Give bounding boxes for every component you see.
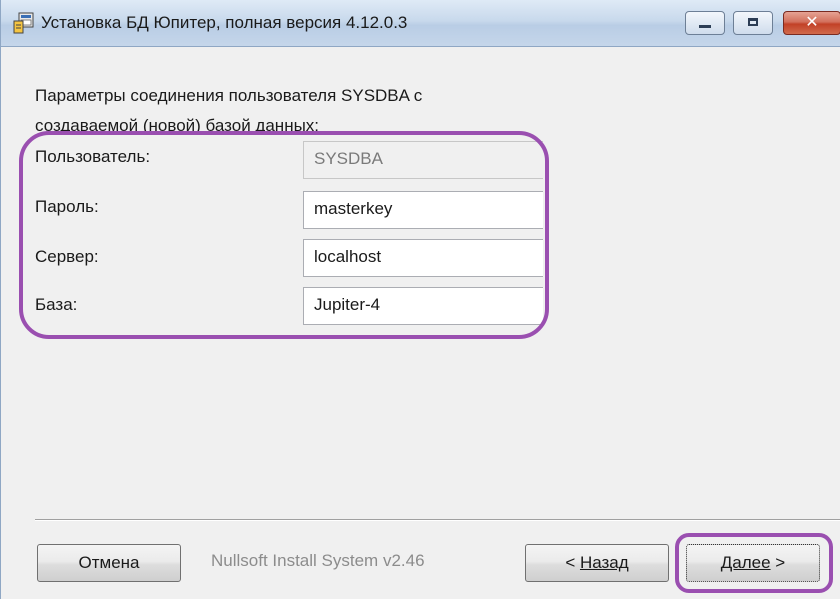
password-field[interactable]: masterkey [303, 191, 543, 229]
user-label: Пользователь: [35, 147, 151, 166]
minimize-icon [699, 25, 711, 28]
nsis-branding: Nullsoft Install System v2.46 [211, 551, 425, 570]
installer-window: Установка БД Юпитер, полная версия 4.12.… [0, 0, 840, 599]
minimize-button[interactable] [685, 11, 725, 35]
intro-line-1: Параметры соединения пользователя SYSDBA… [35, 86, 423, 105]
cancel-button[interactable]: Отмена [37, 544, 181, 582]
back-label: Назад [579, 553, 629, 572]
window-title: Установка БД Юпитер, полная версия 4.12.… [41, 13, 408, 32]
server-field[interactable]: localhost [303, 239, 543, 277]
maximize-icon [748, 18, 758, 26]
maximize-button[interactable] [733, 11, 773, 35]
installer-icon [13, 12, 34, 34]
footer-separator [35, 519, 840, 521]
wizard-page: Параметры соединения пользователя SYSDBA… [1, 47, 840, 599]
password-label: Пароль: [35, 197, 99, 216]
intro-line-2: создаваемой (новой) базой данных: [35, 116, 320, 135]
title-bar[interactable]: Установка БД Юпитер, полная версия 4.12.… [1, 0, 840, 47]
user-field: SYSDBA [303, 141, 543, 179]
next-label: Далее [720, 553, 771, 572]
database-label: База: [35, 295, 78, 314]
close-icon: ✕ [805, 14, 819, 31]
intro-text: Параметры соединения пользователя SYSDBA… [35, 81, 595, 141]
server-label: Сервер: [35, 247, 99, 266]
close-button[interactable]: ✕ [783, 11, 840, 35]
next-button[interactable]: Далее > [686, 544, 820, 582]
database-field[interactable]: Jupiter-4 [303, 287, 543, 325]
next-suffix: > [770, 553, 786, 572]
back-button[interactable]: < Назад [525, 544, 669, 582]
back-prefix: < [565, 553, 580, 572]
